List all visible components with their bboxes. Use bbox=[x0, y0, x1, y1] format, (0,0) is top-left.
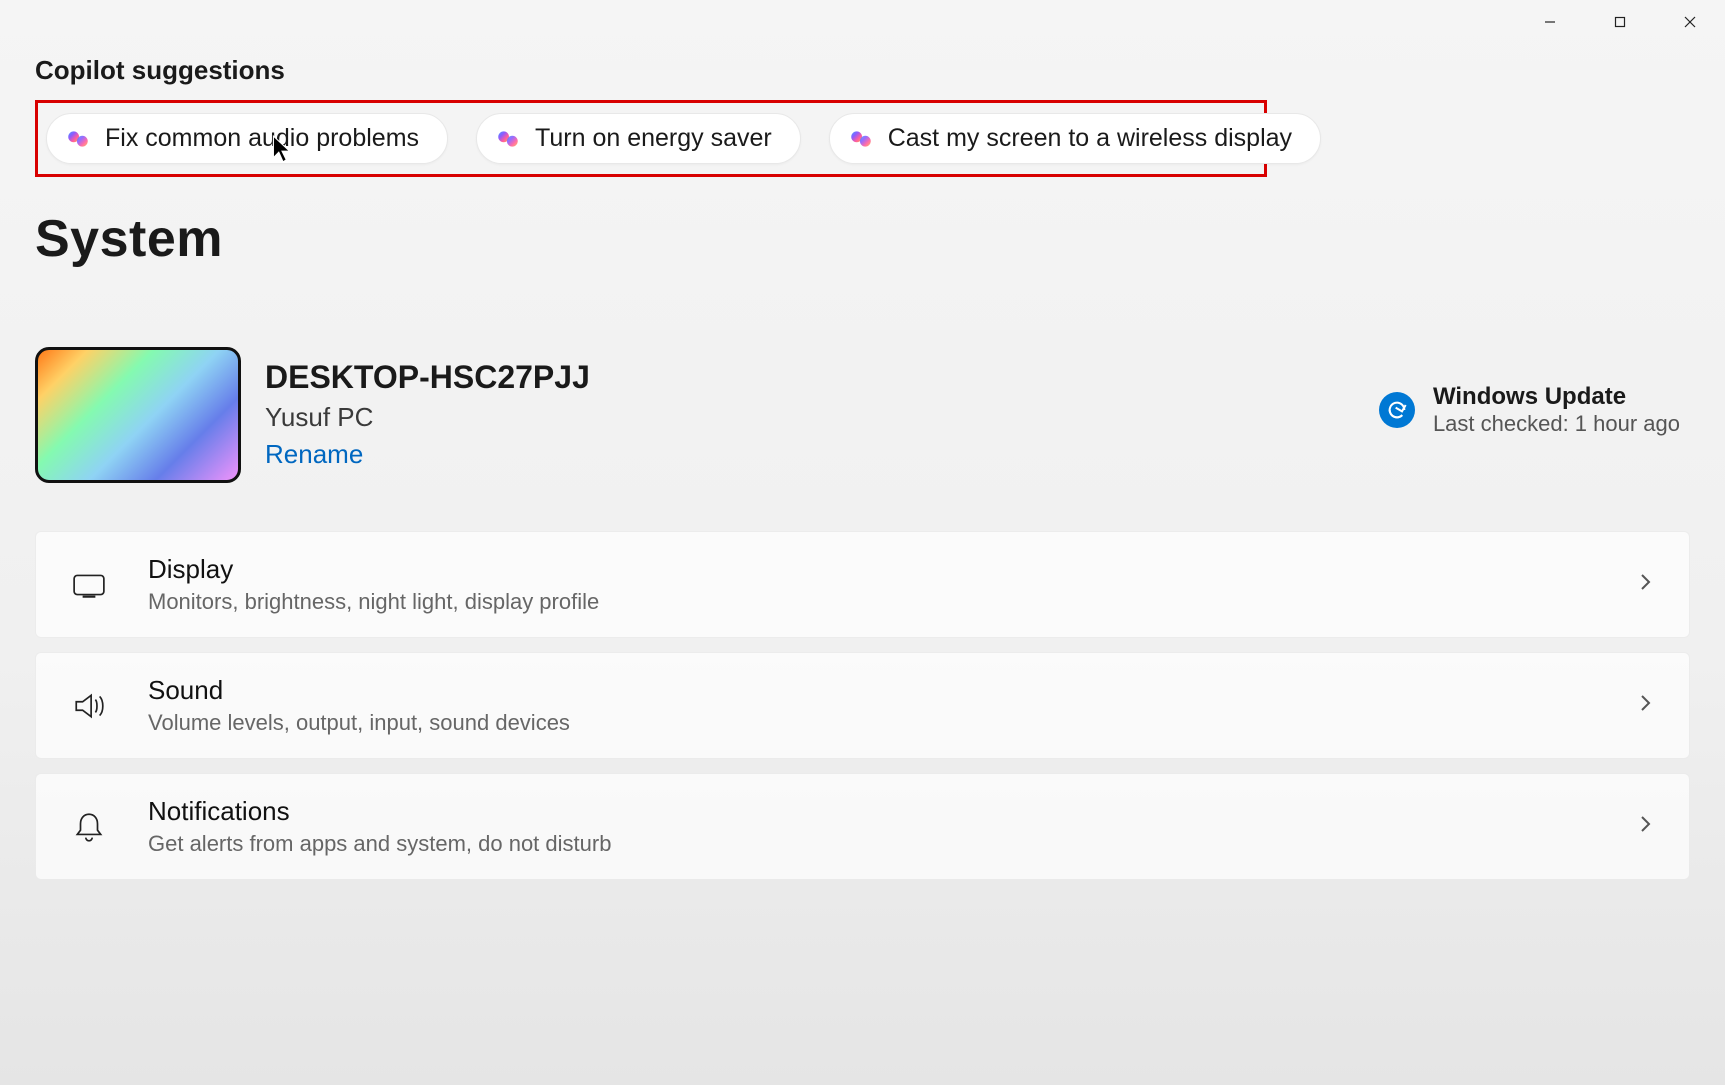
copilot-heading: Copilot suggestions bbox=[35, 55, 1690, 86]
minimize-button[interactable] bbox=[1515, 0, 1585, 44]
bell-icon bbox=[70, 808, 108, 846]
settings-item-subtitle: Get alerts from apps and system, do not … bbox=[148, 831, 611, 857]
device-row: DESKTOP-HSC27PJJ Yusuf PC Rename Windows… bbox=[35, 347, 1690, 483]
device-name: DESKTOP-HSC27PJJ bbox=[265, 359, 590, 396]
chevron-right-icon bbox=[1637, 694, 1655, 717]
device-thumbnail[interactable] bbox=[35, 347, 241, 483]
device-info: DESKTOP-HSC27PJJ Yusuf PC Rename bbox=[265, 347, 590, 470]
suggestion-label: Turn on energy saver bbox=[535, 124, 772, 153]
minimize-icon bbox=[1543, 15, 1557, 29]
maximize-icon bbox=[1613, 15, 1627, 29]
suggestion-label: Cast my screen to a wireless display bbox=[888, 124, 1292, 153]
settings-item-notifications[interactable]: Notifications Get alerts from apps and s… bbox=[35, 773, 1690, 880]
close-icon bbox=[1683, 15, 1697, 29]
settings-item-title: Notifications bbox=[148, 796, 611, 827]
update-title: Windows Update bbox=[1433, 383, 1680, 411]
page-title: System bbox=[35, 209, 1690, 269]
settings-item-title: Display bbox=[148, 554, 599, 585]
maximize-button[interactable] bbox=[1585, 0, 1655, 44]
settings-item-subtitle: Monitors, brightness, night light, displ… bbox=[148, 589, 599, 615]
display-icon bbox=[70, 566, 108, 604]
suggestion-fix-audio[interactable]: Fix common audio problems bbox=[46, 113, 448, 164]
suggestion-cast-screen[interactable]: Cast my screen to a wireless display bbox=[829, 113, 1321, 164]
copilot-icon bbox=[65, 126, 91, 152]
settings-item-sound[interactable]: Sound Volume levels, output, input, soun… bbox=[35, 652, 1690, 759]
rename-link[interactable]: Rename bbox=[265, 439, 363, 470]
chevron-right-icon bbox=[1637, 815, 1655, 838]
suggestions-highlight-box: Fix common audio problems Turn on energy… bbox=[35, 100, 1267, 177]
titlebar-controls bbox=[1515, 0, 1725, 44]
device-subname: Yusuf PC bbox=[265, 402, 590, 433]
sound-icon bbox=[70, 687, 108, 725]
chevron-right-icon bbox=[1637, 573, 1655, 596]
update-sync-icon bbox=[1379, 392, 1415, 428]
update-subtitle: Last checked: 1 hour ago bbox=[1433, 411, 1680, 437]
copilot-icon bbox=[848, 126, 874, 152]
windows-update-card[interactable]: Windows Update Last checked: 1 hour ago bbox=[1379, 347, 1680, 437]
settings-item-subtitle: Volume levels, output, input, sound devi… bbox=[148, 710, 570, 736]
copilot-icon bbox=[495, 126, 521, 152]
update-text: Windows Update Last checked: 1 hour ago bbox=[1433, 383, 1680, 437]
settings-item-title: Sound bbox=[148, 675, 570, 706]
settings-item-display[interactable]: Display Monitors, brightness, night ligh… bbox=[35, 531, 1690, 638]
close-button[interactable] bbox=[1655, 0, 1725, 44]
suggestion-label: Fix common audio problems bbox=[105, 124, 419, 153]
suggestion-energy-saver[interactable]: Turn on energy saver bbox=[476, 113, 801, 164]
settings-list: Display Monitors, brightness, night ligh… bbox=[35, 531, 1690, 880]
